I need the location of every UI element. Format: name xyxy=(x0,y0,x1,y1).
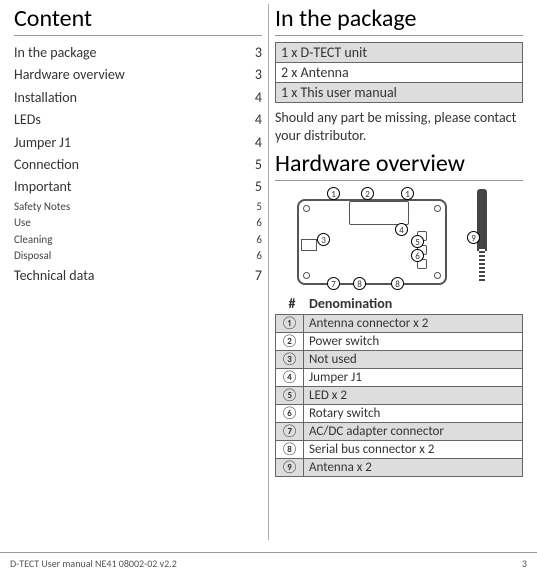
hardware-title: Hardware overview xyxy=(275,149,523,181)
toc-item: LEDs 4 xyxy=(14,109,262,131)
denom-row: ③ Not used xyxy=(276,351,522,369)
toc-subitem: Cleaning 6 xyxy=(14,232,262,249)
denom-num: ① xyxy=(276,315,304,332)
toc-page: 6 xyxy=(256,215,262,232)
toc-page: 4 xyxy=(255,87,262,109)
toc-label: Technical data xyxy=(14,265,94,287)
denom-row: ⑨ Antenna x 2 xyxy=(276,459,522,476)
screw-icon xyxy=(434,272,441,279)
denom-num: ⑨ xyxy=(276,459,304,476)
toc-item: Important 5 xyxy=(14,176,262,198)
package-item: 1 x D-TECT unit xyxy=(276,43,522,63)
denom-row: ② Power switch xyxy=(276,333,522,351)
footer-doc-id: D-TECT User manual NE41 08002-02 v2.2 xyxy=(10,557,177,570)
denom-num: ⑦ xyxy=(276,423,304,440)
denom-row: ⑥ Rotary switch xyxy=(276,405,522,423)
denom-row: ⑤ LED x 2 xyxy=(276,387,522,405)
denom-row: ⑦ AC/DC adapter connector xyxy=(276,423,522,441)
package-list: 1 x D-TECT unit 2 x Antenna 1 x This use… xyxy=(275,42,523,103)
toc-page: 6 xyxy=(256,248,262,265)
denom-num: ③ xyxy=(276,351,304,368)
denom-label: AC/DC adapter connector xyxy=(304,423,522,440)
toc-label: Cleaning xyxy=(14,232,52,249)
denom-table: ① Antenna connector x 2 ② Power switch ③… xyxy=(275,314,523,477)
denom-header: # Denomination xyxy=(275,293,523,314)
toc-label: Important xyxy=(14,176,71,198)
toc-page: 3 xyxy=(255,42,262,64)
toc-item: In the package 3 xyxy=(14,42,262,64)
denom-label: Jumper J1 xyxy=(304,369,522,386)
toc-page: 3 xyxy=(255,64,262,86)
screw-icon xyxy=(434,205,441,212)
toc-label: Use xyxy=(14,215,31,232)
denom-label: Power switch xyxy=(304,333,522,350)
denom-num: ⑤ xyxy=(276,387,304,404)
hardware-diagram: 1 2 1 3 4 5 6 7 8 8 9 xyxy=(283,187,503,287)
denom-num: ⑧ xyxy=(276,441,304,458)
toc-title: Content xyxy=(14,4,262,36)
denom-header-num: # xyxy=(275,295,309,312)
package-item: 1 x This user manual xyxy=(276,83,522,102)
callout-7: 7 xyxy=(327,277,340,290)
toc-label: Safety Notes xyxy=(14,199,70,216)
toc-subitem: Safety Notes 5 xyxy=(14,199,262,216)
toc-label: In the package xyxy=(14,42,96,64)
toc-label: Hardware overview xyxy=(14,64,125,86)
denom-num: ② xyxy=(276,333,304,350)
toc-page: 5 xyxy=(255,154,262,176)
toc-label: Jumper J1 xyxy=(14,132,71,154)
toc-item: Jumper J1 4 xyxy=(14,132,262,154)
footer-page-number: 3 xyxy=(522,557,527,570)
toc-item: Installation 4 xyxy=(14,87,262,109)
antenna-icon xyxy=(477,189,487,251)
toc-label: Disposal xyxy=(14,248,51,265)
denom-label: Not used xyxy=(304,351,522,368)
toc-page: 5 xyxy=(255,176,262,198)
page-footer: D-TECT User manual NE41 08002-02 v2.2 3 xyxy=(0,552,537,574)
denom-header-label: Denomination xyxy=(309,295,392,312)
toc-subitem: Use 6 xyxy=(14,215,262,232)
denom-row: ① Antenna connector x 2 xyxy=(276,315,522,333)
toc-item: Hardware overview 3 xyxy=(14,64,262,86)
denom-label: Rotary switch xyxy=(304,405,522,422)
package-item: 2 x Antenna xyxy=(276,63,522,83)
package-title: In the package xyxy=(275,4,523,36)
toc-label: LEDs xyxy=(14,109,41,131)
denom-row: ④ Jumper J1 xyxy=(276,369,522,387)
toc-label: Installation xyxy=(14,87,77,109)
toc-page: 4 xyxy=(255,109,262,131)
denom-num: ⑥ xyxy=(276,405,304,422)
toc-item: Technical data 7 xyxy=(14,265,262,287)
screw-icon xyxy=(303,205,310,212)
toc-page: 4 xyxy=(255,132,262,154)
toc-label: Connection xyxy=(14,154,79,176)
toc-page: 6 xyxy=(256,232,262,249)
denom-label: Antenna x 2 xyxy=(304,459,522,476)
toc-item: Connection 5 xyxy=(14,154,262,176)
denom-label: LED x 2 xyxy=(304,387,522,404)
denom-label: Serial bus connector x 2 xyxy=(304,441,522,458)
toc-page: 7 xyxy=(255,265,262,287)
toc-subitem: Disposal 6 xyxy=(14,248,262,265)
left-connector xyxy=(301,239,317,251)
screw-icon xyxy=(303,272,310,279)
package-note: Should any part be missing, please conta… xyxy=(275,109,523,145)
callout-8b: 8 xyxy=(391,277,404,290)
denom-label: Antenna connector x 2 xyxy=(304,315,522,332)
callout-8: 8 xyxy=(353,277,366,290)
denom-row: ⑧ Serial bus connector x 2 xyxy=(276,441,522,459)
top-plate xyxy=(349,201,409,225)
denom-num: ④ xyxy=(276,369,304,386)
toc-page: 5 xyxy=(256,199,262,216)
